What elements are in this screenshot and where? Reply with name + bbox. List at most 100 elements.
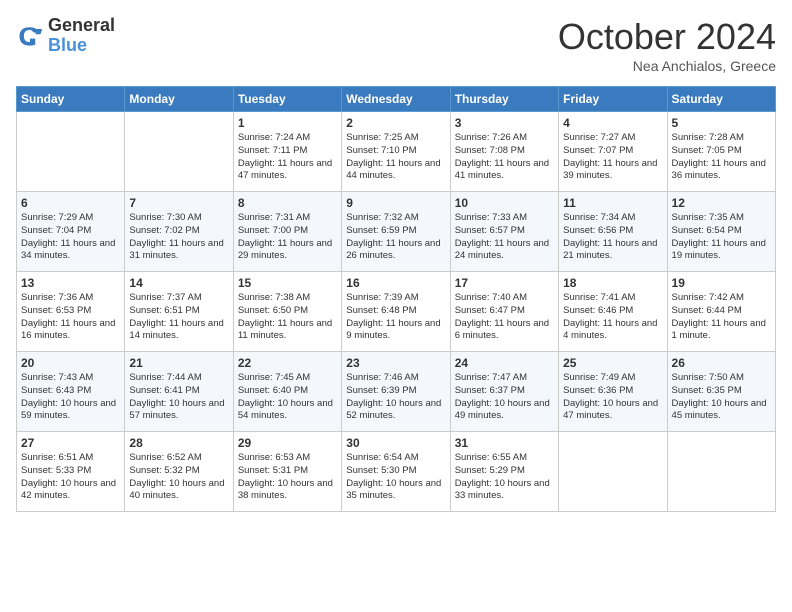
calendar-cell — [559, 432, 667, 512]
calendar-cell: 19 Sunrise: 7:42 AMSunset: 6:44 PMDayligh… — [667, 272, 775, 352]
calendar-cell: 31 Sunrise: 6:55 AMSunset: 5:29 PMDayligh… — [450, 432, 558, 512]
day-number: 11 — [563, 196, 662, 210]
day-number: 8 — [238, 196, 337, 210]
day-number: 10 — [455, 196, 554, 210]
day-number: 1 — [238, 116, 337, 130]
calendar-cell: 5Sunrise: 7:28 AMSunset: 7:05 PMDaylight… — [667, 112, 775, 192]
calendar-cell: 11 Sunrise: 7:34 AMSunset: 6:56 PMDayligh… — [559, 192, 667, 272]
day-number: 14 — [129, 276, 228, 290]
calendar-cell: 3 Sunrise: 7:26 AMSunset: 7:08 PMDaylight… — [450, 112, 558, 192]
day-number: 12 — [672, 196, 771, 210]
header-day: Friday — [559, 87, 667, 112]
cell-info: Sunrise: 7:31 AMSunset: 7:00 PMDaylight:… — [238, 212, 337, 263]
day-number: 24 — [455, 356, 554, 370]
day-number: 20 — [21, 356, 120, 370]
calendar-cell: 6 Sunrise: 7:29 AMSunset: 7:04 PMDaylight… — [17, 192, 125, 272]
cell-info: Sunrise: 7:36 AMSunset: 6:53 PMDaylight:… — [21, 292, 120, 343]
calendar-cell: 12 Sunrise: 7:35 AMSunset: 6:54 PMDayligh… — [667, 192, 775, 272]
calendar-cell: 14Sunrise: 7:37 AMSunset: 6:51 PMDayligh… — [125, 272, 233, 352]
calendar-cell: 21Sunrise: 7:44 AMSunset: 6:41 PMDayligh… — [125, 352, 233, 432]
page-header: General Blue October 2024 Nea Anchialos,… — [16, 16, 776, 74]
cell-info: Sunrise: 7:26 AMSunset: 7:08 PMDaylight:… — [455, 132, 554, 183]
logo-text: General Blue — [48, 16, 115, 56]
title-block: October 2024 Nea Anchialos, Greece — [558, 16, 776, 74]
cell-info: Sunrise: 7:38 AMSunset: 6:50 PMDaylight:… — [238, 292, 337, 343]
calendar-row: 1 Sunrise: 7:24 AMSunset: 7:11 PMDaylight… — [17, 112, 776, 192]
calendar-cell: 4 Sunrise: 7:27 AMSunset: 7:07 PMDaylight… — [559, 112, 667, 192]
day-number: 25 — [563, 356, 662, 370]
cell-info: Sunrise: 7:27 AMSunset: 7:07 PMDaylight:… — [563, 132, 662, 183]
cell-info: Sunrise: 7:44 AMSunset: 6:41 PMDaylight:… — [129, 372, 228, 423]
day-number: 28 — [129, 436, 228, 450]
cell-info: Sunrise: 6:52 AMSunset: 5:32 PMDaylight:… — [129, 452, 228, 503]
logo-icon — [16, 22, 44, 50]
calendar-cell: 7Sunrise: 7:30 AMSunset: 7:02 PMDaylight… — [125, 192, 233, 272]
cell-info: Sunrise: 7:39 AMSunset: 6:48 PMDaylight:… — [346, 292, 445, 343]
header-day: Sunday — [17, 87, 125, 112]
day-number: 3 — [455, 116, 554, 130]
cell-info: Sunrise: 7:35 AMSunset: 6:54 PMDaylight:… — [672, 212, 771, 263]
cell-info: Sunrise: 7:50 AMSunset: 6:35 PMDaylight:… — [672, 372, 771, 423]
header-day: Tuesday — [233, 87, 341, 112]
cell-info: Sunrise: 7:42 AMSunset: 6:44 PMDaylight:… — [672, 292, 771, 343]
cell-info: Sunrise: 7:47 AMSunset: 6:37 PMDaylight:… — [455, 372, 554, 423]
calendar-cell: 28 Sunrise: 6:52 AMSunset: 5:32 PMDayligh… — [125, 432, 233, 512]
day-number: 22 — [238, 356, 337, 370]
day-number: 19 — [672, 276, 771, 290]
cell-info: Sunrise: 6:55 AMSunset: 5:29 PMDaylight:… — [455, 452, 554, 503]
header-row: SundayMondayTuesdayWednesdayThursdayFrid… — [17, 87, 776, 112]
day-number: 29 — [238, 436, 337, 450]
day-number: 4 — [563, 116, 662, 130]
cell-info: Sunrise: 7:41 AMSunset: 6:46 PMDaylight:… — [563, 292, 662, 343]
cell-info: Sunrise: 7:24 AMSunset: 7:11 PMDaylight:… — [238, 132, 337, 183]
day-number: 2 — [346, 116, 445, 130]
cell-info: Sunrise: 7:34 AMSunset: 6:56 PMDaylight:… — [563, 212, 662, 263]
calendar-row: 27Sunrise: 6:51 AMSunset: 5:33 PMDayligh… — [17, 432, 776, 512]
calendar-cell: 17Sunrise: 7:40 AMSunset: 6:47 PMDayligh… — [450, 272, 558, 352]
day-number: 30 — [346, 436, 445, 450]
calendar-cell: 20 Sunrise: 7:43 AMSunset: 6:43 PMDayligh… — [17, 352, 125, 432]
month-title: October 2024 — [558, 16, 776, 58]
day-number: 9 — [346, 196, 445, 210]
calendar-row: 20 Sunrise: 7:43 AMSunset: 6:43 PMDayligh… — [17, 352, 776, 432]
header-day: Monday — [125, 87, 233, 112]
calendar-cell: 29 Sunrise: 6:53 AMSunset: 5:31 PMDayligh… — [233, 432, 341, 512]
cell-info: Sunrise: 7:33 AMSunset: 6:57 PMDaylight:… — [455, 212, 554, 263]
cell-info: Sunrise: 7:43 AMSunset: 6:43 PMDaylight:… — [21, 372, 120, 423]
calendar-cell: 26 Sunrise: 7:50 AMSunset: 6:35 PMDayligh… — [667, 352, 775, 432]
calendar-cell: 15 Sunrise: 7:38 AMSunset: 6:50 PMDayligh… — [233, 272, 341, 352]
calendar-cell — [125, 112, 233, 192]
cell-info: Sunrise: 7:29 AMSunset: 7:04 PMDaylight:… — [21, 212, 120, 263]
day-number: 27 — [21, 436, 120, 450]
day-number: 6 — [21, 196, 120, 210]
calendar-cell — [667, 432, 775, 512]
day-number: 31 — [455, 436, 554, 450]
cell-info: Sunrise: 6:54 AMSunset: 5:30 PMDaylight:… — [346, 452, 445, 503]
day-number: 18 — [563, 276, 662, 290]
cell-info: Sunrise: 7:25 AMSunset: 7:10 PMDaylight:… — [346, 132, 445, 183]
day-number: 15 — [238, 276, 337, 290]
day-number: 26 — [672, 356, 771, 370]
calendar-cell — [17, 112, 125, 192]
logo-blue: Blue — [48, 36, 115, 56]
header-day: Saturday — [667, 87, 775, 112]
calendar-cell: 27Sunrise: 6:51 AMSunset: 5:33 PMDayligh… — [17, 432, 125, 512]
cell-info: Sunrise: 7:45 AMSunset: 6:40 PMDaylight:… — [238, 372, 337, 423]
calendar-row: 13Sunrise: 7:36 AMSunset: 6:53 PMDayligh… — [17, 272, 776, 352]
cell-info: Sunrise: 7:46 AMSunset: 6:39 PMDaylight:… — [346, 372, 445, 423]
calendar-cell: 10 Sunrise: 7:33 AMSunset: 6:57 PMDayligh… — [450, 192, 558, 272]
calendar-cell: 23Sunrise: 7:46 AMSunset: 6:39 PMDayligh… — [342, 352, 450, 432]
header-day: Wednesday — [342, 87, 450, 112]
cell-info: Sunrise: 6:53 AMSunset: 5:31 PMDaylight:… — [238, 452, 337, 503]
day-number: 17 — [455, 276, 554, 290]
calendar-row: 6 Sunrise: 7:29 AMSunset: 7:04 PMDaylight… — [17, 192, 776, 272]
day-number: 7 — [129, 196, 228, 210]
calendar-cell: 30 Sunrise: 6:54 AMSunset: 5:30 PMDayligh… — [342, 432, 450, 512]
calendar-cell: 8 Sunrise: 7:31 AMSunset: 7:00 PMDaylight… — [233, 192, 341, 272]
calendar-cell: 1 Sunrise: 7:24 AMSunset: 7:11 PMDaylight… — [233, 112, 341, 192]
cell-info: Sunrise: 7:28 AMSunset: 7:05 PMDaylight:… — [672, 132, 771, 183]
calendar-cell: 18 Sunrise: 7:41 AMSunset: 6:46 PMDayligh… — [559, 272, 667, 352]
calendar-cell: 2 Sunrise: 7:25 AMSunset: 7:10 PMDaylight… — [342, 112, 450, 192]
calendar-cell: 24 Sunrise: 7:47 AMSunset: 6:37 PMDayligh… — [450, 352, 558, 432]
calendar-cell: 16Sunrise: 7:39 AMSunset: 6:48 PMDayligh… — [342, 272, 450, 352]
